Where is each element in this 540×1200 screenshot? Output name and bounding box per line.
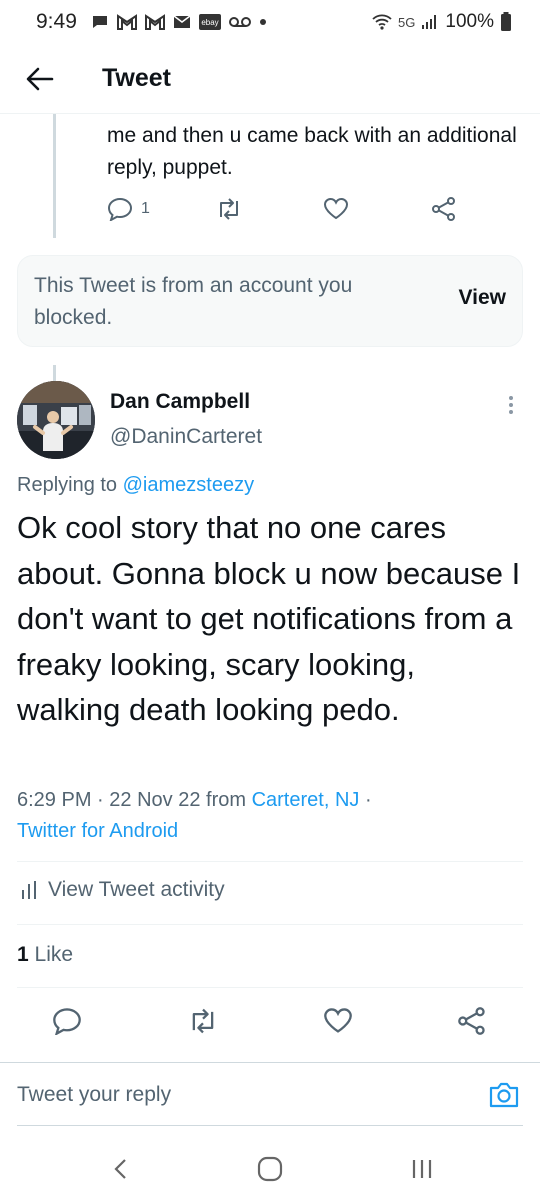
camera-icon (489, 1082, 519, 1108)
replying-to: Replying to @iamezsteezy (17, 474, 254, 497)
reply-bar (0, 1062, 540, 1128)
retweet-icon (192, 1008, 214, 1034)
status-right: 5G 100% (372, 11, 512, 33)
gmail-icon (144, 14, 165, 30)
share-icon (432, 197, 455, 221)
previous-tweet-text: me and then u came back with an addition… (107, 124, 517, 179)
nav-back-button[interactable] (100, 1154, 140, 1184)
ebay-icon: ebay (198, 14, 221, 30)
meta-separator: · (97, 789, 104, 811)
author-handle[interactable]: @DaninCarteret (110, 425, 262, 449)
retweet-button[interactable] (215, 197, 243, 221)
share-icon (458, 1007, 485, 1035)
status-left: 9:49 ebay (36, 10, 267, 34)
battery-percent: 100% (445, 11, 494, 32)
like-button[interactable] (323, 1007, 353, 1035)
like-count-label: Like (34, 943, 74, 966)
retweet-button[interactable] (187, 1007, 219, 1035)
replying-to-handle[interactable]: @iamezsteezy (123, 474, 254, 496)
message-icon (91, 13, 109, 31)
share-button[interactable] (431, 197, 457, 221)
meta-separator: · (364, 789, 372, 811)
view-blocked-button[interactable]: View (459, 286, 506, 310)
home-circle-icon (257, 1156, 283, 1182)
reply-input[interactable] (17, 1083, 417, 1107)
dot-icon (259, 18, 267, 26)
divider (17, 861, 523, 862)
blocked-tweet-notice: This Tweet is from an account you blocke… (17, 255, 523, 347)
recents-icon (412, 1160, 432, 1178)
reply-count: 1 (141, 200, 150, 217)
system-nav-bar (0, 1140, 540, 1200)
blocked-notice-text: This Tweet is from an account you blocke… (34, 274, 353, 329)
share-button[interactable] (457, 1007, 487, 1035)
tweet-location-link[interactable]: Carteret, NJ (252, 789, 360, 811)
nav-recents-button[interactable] (402, 1154, 442, 1184)
vertical-dots-icon (509, 396, 513, 414)
avatar[interactable] (17, 381, 95, 459)
previous-tweet-actions: 1 (107, 195, 467, 225)
retweet-icon (220, 198, 238, 220)
wifi-icon (372, 13, 392, 31)
back-button[interactable] (20, 59, 60, 99)
tweet-time: 6:29 PM (17, 789, 92, 811)
page-title: Tweet (102, 64, 171, 92)
mail-icon (173, 15, 191, 29)
chevron-left-icon (114, 1159, 126, 1179)
tweet-actions (0, 1003, 540, 1043)
top-app-bar: Tweet (0, 44, 540, 114)
reply-underline (17, 1125, 523, 1126)
signal-icon (421, 14, 439, 30)
like-button[interactable] (323, 197, 349, 221)
bar-chart-icon (22, 881, 36, 899)
more-options-button[interactable] (504, 393, 518, 417)
divider (17, 987, 523, 988)
tweet-text: Ok cool story that no one cares about. G… (17, 510, 521, 727)
author-name[interactable]: Dan Campbell (110, 390, 250, 414)
reply-icon (53, 1008, 81, 1035)
reply-icon (107, 197, 133, 221)
heart-icon (324, 1008, 352, 1033)
from-label: from (206, 789, 247, 811)
gmail-icon (116, 14, 137, 30)
voicemail-icon (228, 16, 251, 28)
arrow-left-icon (26, 67, 54, 90)
network-type: 5G (398, 14, 416, 30)
battery-icon (500, 12, 512, 32)
reply-button[interactable] (52, 1007, 82, 1035)
heart-icon (323, 197, 349, 220)
thread-line (53, 114, 56, 238)
camera-button[interactable] (488, 1081, 520, 1114)
thread-connector-line (53, 365, 56, 381)
like-count-number: 1 (17, 943, 29, 966)
reply-button[interactable]: 1 (107, 197, 150, 221)
activity-label: View Tweet activity (48, 878, 225, 901)
view-tweet-activity-button[interactable]: View Tweet activity (20, 878, 225, 902)
divider (17, 924, 523, 925)
tweet-meta: 6:29 PM · 22 Nov 22 from Carteret, NJ · … (17, 785, 527, 847)
status-bar: 9:49 ebay 5G 100% (0, 0, 540, 44)
likes-count[interactable]: 1 Like (17, 943, 73, 967)
status-time: 9:49 (36, 10, 77, 33)
tweet-source-link[interactable]: Twitter for Android (17, 820, 178, 842)
svg-text:ebay: ebay (201, 18, 218, 27)
nav-home-button[interactable] (250, 1154, 290, 1184)
replying-prefix: Replying to (17, 474, 118, 496)
tweet-date: 22 Nov 22 (109, 789, 201, 811)
